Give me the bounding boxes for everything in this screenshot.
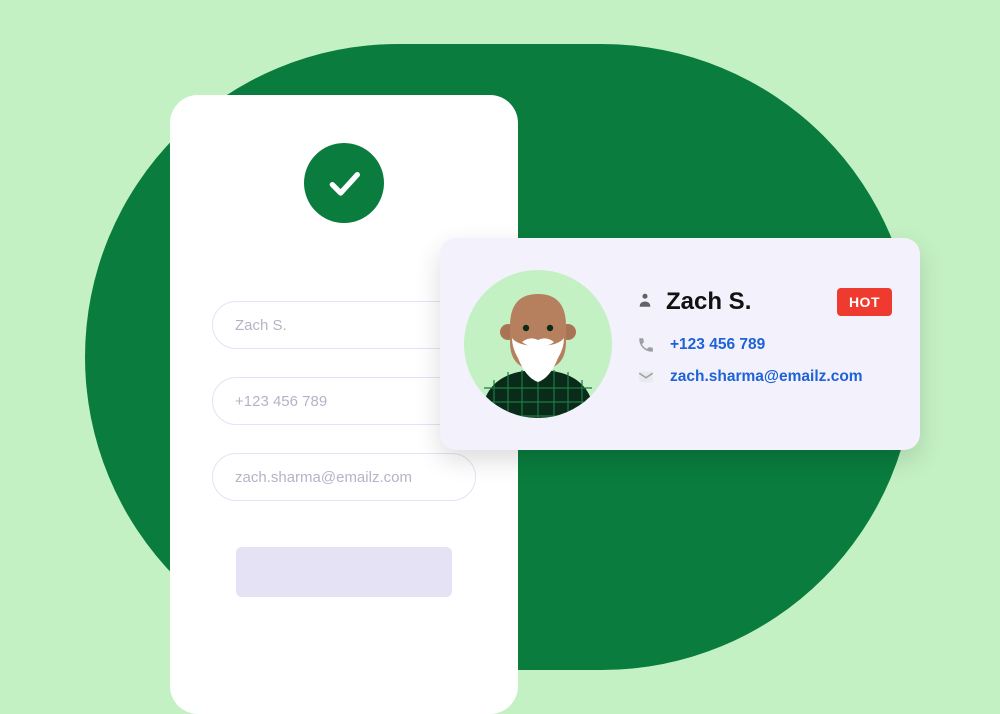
hot-badge: HOT — [837, 288, 892, 316]
name-input[interactable]: Zach S. — [212, 301, 476, 349]
name-row: Zach S. HOT — [636, 288, 892, 316]
email-input-value: zach.sharma@emailz.com — [235, 469, 412, 486]
avatar — [464, 270, 612, 418]
email-input[interactable]: zach.sharma@emailz.com — [212, 453, 476, 501]
contact-name: Zach S. — [666, 288, 751, 316]
submit-button[interactable] — [236, 547, 452, 597]
email-row: zach.sharma@emailz.com — [636, 368, 892, 386]
name-input-value: Zach S. — [235, 317, 287, 334]
success-check-icon — [304, 143, 384, 223]
phone-input[interactable]: +123 456 789 — [212, 377, 476, 425]
contact-details: Zach S. HOT +123 456 789 zach.sharma@ema… — [612, 288, 892, 400]
contact-card: Zach S. HOT +123 456 789 zach.sharma@ema… — [440, 238, 920, 450]
mail-icon — [636, 368, 656, 386]
contact-phone-link[interactable]: +123 456 789 — [670, 336, 765, 354]
contact-email-link[interactable]: zach.sharma@emailz.com — [670, 368, 863, 386]
phone-icon — [636, 336, 656, 354]
phone-input-value: +123 456 789 — [235, 393, 327, 410]
person-icon — [636, 291, 654, 314]
phone-row: +123 456 789 — [636, 336, 892, 354]
